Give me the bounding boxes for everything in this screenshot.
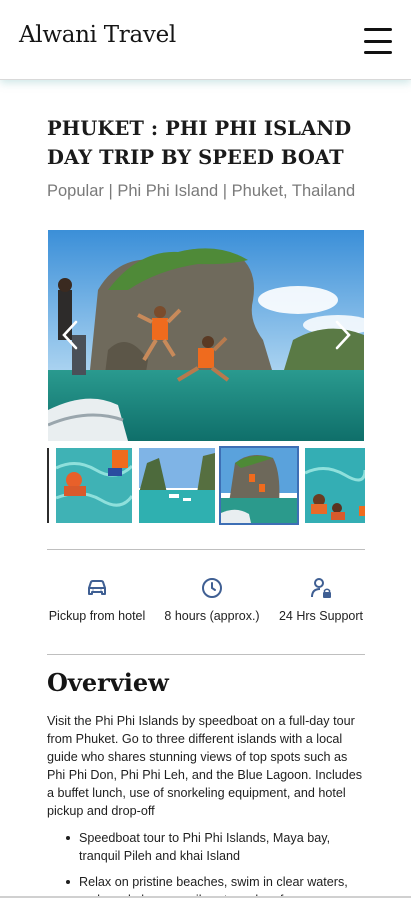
feature-duration: 8 hours (approx.) xyxy=(162,576,262,623)
menu-line xyxy=(364,28,392,31)
page-title: PHUKET : PHI PHI ISLAND DAY TRIP BY SPEE… xyxy=(47,117,352,169)
car-icon xyxy=(88,580,106,595)
chevron-right-icon[interactable] xyxy=(331,318,355,352)
divider xyxy=(47,654,365,655)
feature-label: 24 Hrs Support xyxy=(278,609,364,623)
thumbnail-partial[interactable] xyxy=(47,448,49,523)
list-item: Speedboat tour to Phi Phi Islands, Maya … xyxy=(63,829,363,865)
overview-heading: Overview xyxy=(47,668,169,697)
menu-line xyxy=(364,39,392,43)
feature-label: 8 hours (approx.) xyxy=(164,609,260,623)
overview-paragraph: Visit the Phi Phi Islands by speedboat o… xyxy=(47,714,363,818)
thumbnail-strip xyxy=(47,446,365,526)
feature-label: Pickup from hotel xyxy=(48,609,146,623)
thumbnail-snorkeling[interactable] xyxy=(56,448,132,523)
thumbnail-swimmers[interactable] xyxy=(305,448,365,523)
feature-support: 24 Hrs Support xyxy=(276,576,366,623)
hero-image xyxy=(48,230,364,441)
site-header: Alwani Travel xyxy=(0,0,411,80)
feature-pickup: Pickup from hotel xyxy=(47,576,147,623)
chevron-left-icon[interactable] xyxy=(58,318,82,352)
highlights-list: Speedboat tour to Phi Phi Islands, Maya … xyxy=(63,829,363,898)
brand-logo[interactable]: Alwani Travel xyxy=(19,22,176,48)
list-item: Relax on pristine beaches, swim in clear… xyxy=(63,873,363,898)
menu-line xyxy=(364,51,392,54)
support-agent-icon xyxy=(311,578,331,598)
thumbnail-bay-boats[interactable] xyxy=(139,448,215,523)
tour-subtitle: Popular | Phi Phi Island | Phuket, Thail… xyxy=(47,182,356,200)
hamburger-menu-icon[interactable] xyxy=(364,28,396,54)
thumbnail-cliff-jump[interactable] xyxy=(219,446,299,525)
divider xyxy=(47,549,365,550)
clock-icon xyxy=(202,578,222,598)
